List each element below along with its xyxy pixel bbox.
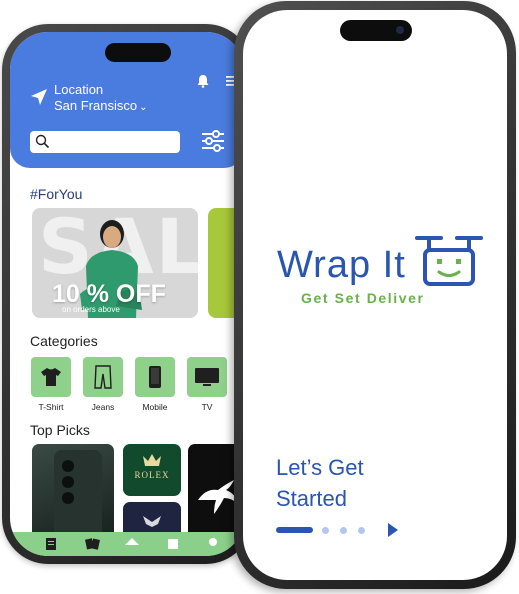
tv-icon bbox=[195, 368, 219, 386]
square-icon[interactable] bbox=[166, 537, 180, 551]
banner-subtext: on orders above bbox=[62, 305, 120, 314]
home-screen: Location San Fransisco ⌄ #ForYou SAL 10 … bbox=[10, 32, 244, 556]
crown-icon bbox=[143, 454, 161, 466]
dynamic-island bbox=[105, 43, 171, 62]
search-input[interactable] bbox=[30, 131, 180, 153]
bell-icon[interactable] bbox=[196, 74, 210, 88]
splash-screen: Wrap It Get Set Deliver Let’s Get Starte… bbox=[243, 10, 507, 580]
pager-dot[interactable] bbox=[358, 527, 365, 534]
chevron-down-icon: ⌄ bbox=[139, 102, 148, 113]
home-icon[interactable] bbox=[124, 537, 140, 551]
jeans-icon bbox=[94, 365, 112, 389]
category-label: Mobile bbox=[142, 402, 168, 412]
top-picks-heading: Top Picks bbox=[30, 422, 90, 438]
smartphone-product-image bbox=[54, 450, 102, 542]
category-jeans[interactable]: Jeans bbox=[82, 357, 124, 412]
next-arrow-icon[interactable] bbox=[386, 521, 400, 539]
document-icon[interactable] bbox=[44, 537, 58, 551]
search-icon bbox=[35, 134, 50, 149]
profile-icon[interactable] bbox=[206, 537, 220, 551]
dynamic-island bbox=[340, 20, 412, 41]
location-city-selector[interactable]: San Fransisco ⌄ bbox=[54, 98, 147, 113]
sale-banner[interactable]: SALE 10 % OFF on orders above bbox=[32, 208, 198, 318]
category-label: T-Shirt bbox=[38, 402, 64, 412]
category-tile bbox=[83, 357, 123, 397]
location-city: San Fransisco bbox=[54, 98, 138, 113]
category-mobile[interactable]: Mobile bbox=[134, 357, 176, 412]
pager-dot[interactable] bbox=[322, 527, 329, 534]
cta-heading-line2: Started bbox=[276, 486, 347, 511]
cards-icon[interactable] bbox=[84, 537, 100, 551]
brand-name: Wrap It bbox=[277, 244, 406, 286]
categories-heading: Categories bbox=[30, 333, 98, 349]
rolex-logo: ROLEX bbox=[134, 470, 170, 480]
camera-icon bbox=[396, 26, 404, 34]
filter-sliders-icon[interactable] bbox=[201, 129, 225, 153]
category-tv[interactable]: TV bbox=[186, 357, 228, 412]
bottom-nav bbox=[10, 532, 244, 556]
location-arrow-icon[interactable] bbox=[30, 88, 48, 106]
category-label: TV bbox=[201, 402, 213, 412]
category-tile bbox=[187, 357, 227, 397]
category-tile bbox=[31, 357, 71, 397]
top-pick-smartphone[interactable] bbox=[32, 444, 114, 542]
category-tshirt[interactable]: T-Shirt bbox=[30, 357, 72, 412]
front-phone-frame: Wrap It Get Set Deliver Let’s Get Starte… bbox=[234, 1, 516, 589]
mobile-icon bbox=[149, 366, 161, 388]
drone-face-logo-icon bbox=[415, 236, 483, 286]
tshirt-icon bbox=[41, 368, 61, 386]
pager-dot-active[interactable] bbox=[276, 527, 313, 533]
back-phone-frame: Location San Fransisco ⌄ #ForYou SAL 10 … bbox=[2, 24, 252, 564]
pager-dot[interactable] bbox=[340, 527, 347, 534]
cta-heading-line1: Let’s Get bbox=[276, 455, 364, 480]
top-pick-rolex[interactable]: ROLEX bbox=[123, 444, 181, 496]
tagline: Get Set Deliver bbox=[301, 290, 425, 306]
category-tile bbox=[135, 357, 175, 397]
for-you-heading: #ForYou bbox=[30, 186, 83, 202]
category-label: Jeans bbox=[91, 402, 115, 412]
location-label: Location bbox=[54, 82, 104, 97]
